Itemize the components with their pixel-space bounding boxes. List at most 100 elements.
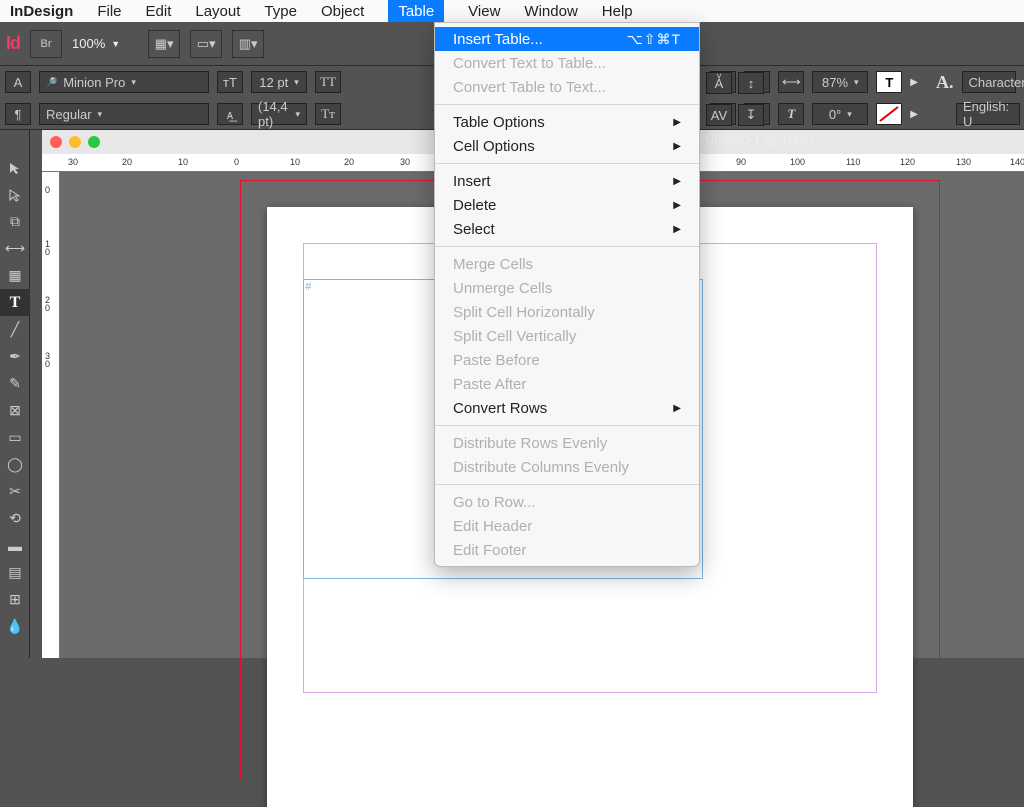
menu-separator <box>435 163 699 164</box>
bridge-button[interactable]: Br <box>30 30 62 58</box>
language-select[interactable]: English: U <box>956 103 1020 125</box>
ellipse-tool[interactable]: ◯ <box>0 451 30 478</box>
table-menu-dropdown: Insert Table... ⌥⇧⌘T Convert Text to Table… <box>434 22 700 567</box>
font-size-select[interactable]: 12 pt <box>251 71 307 93</box>
menu-item-unmerge-cells: Unmerge Cells <box>435 276 699 300</box>
vscale-icon: ↧ <box>738 104 764 126</box>
baseline-icon: ↕ <box>738 72 764 94</box>
arrange-docs-button[interactable]: ▥▾ <box>232 30 264 58</box>
screen-mode-button[interactable]: ▭▾ <box>190 30 222 58</box>
menu-item-label: Paste After <box>453 376 526 393</box>
menu-type[interactable]: Type <box>264 3 297 20</box>
menu-item-label: Table Options <box>453 114 545 131</box>
font-family-select[interactable]: 🔎Minion Pro <box>39 71 209 93</box>
line-tool[interactable]: ╱ <box>0 316 30 343</box>
vertical-ruler[interactable]: 0 10 20 30 <box>42 172 60 658</box>
char-format-icon: A. <box>936 72 954 93</box>
menu-file[interactable]: File <box>97 3 121 20</box>
menu-item-go-to-row: Go to Row... <box>435 490 699 514</box>
menu-item-cell-options[interactable]: Cell Options▶ <box>435 134 699 158</box>
menu-item-split-cell-horizontally: Split Cell Horizontally <box>435 300 699 324</box>
stroke-swatch[interactable] <box>876 103 902 125</box>
menu-help[interactable]: Help <box>602 3 633 20</box>
direct-selection-tool[interactable] <box>0 181 30 208</box>
menu-item-insert-table[interactable]: Insert Table... ⌥⇧⌘T <box>435 27 699 51</box>
submenu-arrow-icon: ▶ <box>673 200 681 211</box>
submenu-arrow-icon: ▶ <box>673 403 681 414</box>
paragraph-mode-button[interactable]: ¶ <box>5 103 31 125</box>
menu-item-convert-table-to-text: Convert Table to Text... <box>435 75 699 99</box>
pen-tool[interactable]: ✒ <box>0 343 30 370</box>
menu-separator <box>435 246 699 247</box>
character-mode-button[interactable]: A <box>5 71 31 93</box>
leading-select[interactable]: (14,4 pt) <box>251 103 307 125</box>
menu-item-label: Distribute Rows Evenly <box>453 435 607 452</box>
menu-item-label: Go to Row... <box>453 494 536 511</box>
ruler-tick: 30 <box>45 352 50 368</box>
menu-shortcut: ⌥⇧⌘T <box>627 31 681 48</box>
font-style-select[interactable]: Regular <box>39 103 209 125</box>
content-collector-tool[interactable]: ▦ <box>0 262 30 289</box>
app-menu[interactable]: InDesign <box>10 3 73 20</box>
eyedropper-tool[interactable]: 💧 <box>0 613 30 640</box>
menu-item-select[interactable]: Select ▶ <box>435 217 699 241</box>
menu-item-convert-text-to-table: Convert Text to Table... <box>435 51 699 75</box>
menu-table[interactable]: Table <box>388 0 444 22</box>
menu-layout[interactable]: Layout <box>195 3 240 20</box>
menu-item-label: Edit Header <box>453 518 532 535</box>
fill-swatch[interactable]: T <box>876 71 902 93</box>
menu-separator <box>435 104 699 105</box>
menu-separator <box>435 484 699 485</box>
all-caps-button[interactable]: TT <box>315 71 341 93</box>
rectangle-tool[interactable]: ▭ <box>0 424 30 451</box>
menu-item-distribute-rows-evenly: Distribute Rows Evenly <box>435 431 699 455</box>
zoom-level-select[interactable]: 100%▼ <box>72 36 120 51</box>
menu-item-label: Select <box>453 221 495 238</box>
hscale-icon: ⟷ <box>778 71 804 93</box>
pencil-tool[interactable]: ✎ <box>0 370 30 397</box>
menu-item-convert-rows[interactable]: Convert Rows ▶ <box>435 396 699 420</box>
menu-window[interactable]: Window <box>524 3 577 20</box>
selection-tool[interactable] <box>0 154 30 181</box>
menu-item-insert[interactable]: Insert▶ <box>435 169 699 193</box>
gap-tool[interactable]: ⟷ <box>0 235 30 262</box>
menu-object[interactable]: Object <box>321 3 364 20</box>
gradient-swatch-tool[interactable]: ▬ <box>0 532 30 559</box>
document-title: *Untitled-1 @ 100% <box>700 132 814 147</box>
type-tool[interactable]: T <box>0 289 30 316</box>
rectangle-frame-tool[interactable]: ⊠ <box>0 397 30 424</box>
gradient-feather-tool[interactable]: ▤ <box>0 559 30 586</box>
menu-item-label: Convert Rows <box>453 400 547 417</box>
scissors-tool[interactable]: ✂ <box>0 478 30 505</box>
kerning-icon: Aͮ <box>706 72 732 94</box>
small-caps-button[interactable]: Tᴛ <box>315 103 341 125</box>
close-window-button[interactable] <box>50 136 62 148</box>
menu-item-label: Paste Before <box>453 352 540 369</box>
menu-item-merge-cells: Merge Cells <box>435 252 699 276</box>
page-tool[interactable]: ⧉ <box>0 208 30 235</box>
ruler-tick: 10 <box>45 240 50 256</box>
view-options-button[interactable]: ▦▾ <box>148 30 180 58</box>
submenu-arrow-icon: ▶ <box>673 117 681 128</box>
character-style-select[interactable]: Character <box>962 71 1016 93</box>
menu-item-edit-footer: Edit Footer <box>435 538 699 562</box>
menu-item-label: Insert Table... <box>453 31 543 48</box>
menu-item-label: Edit Footer <box>453 542 526 559</box>
menu-item-label: Convert Table to Text... <box>453 79 606 96</box>
note-tool[interactable]: ⊞ <box>0 586 30 613</box>
menu-edit[interactable]: Edit <box>146 3 172 20</box>
hscale-select[interactable]: 87% <box>812 71 868 93</box>
menu-item-table-options[interactable]: Table Options ▶ <box>435 110 699 134</box>
menu-item-label: Distribute Columns Evenly <box>453 459 629 476</box>
minimize-window-button[interactable] <box>69 136 81 148</box>
mac-menubar: InDesign File Edit Layout Type Object Ta… <box>0 0 1024 22</box>
submenu-arrow-icon: ▶ <box>673 176 681 187</box>
submenu-arrow-icon: ▶ <box>673 141 681 152</box>
menu-view[interactable]: View <box>468 3 500 20</box>
submenu-arrow-icon: ▶ <box>673 224 681 235</box>
free-transform-tool[interactable]: ⟲ <box>0 505 30 532</box>
shear-select[interactable]: 0° <box>812 103 868 125</box>
zoom-window-button[interactable] <box>88 136 100 148</box>
menu-item-paste-before: Paste Before <box>435 348 699 372</box>
menu-item-delete[interactable]: Delete▶ <box>435 193 699 217</box>
